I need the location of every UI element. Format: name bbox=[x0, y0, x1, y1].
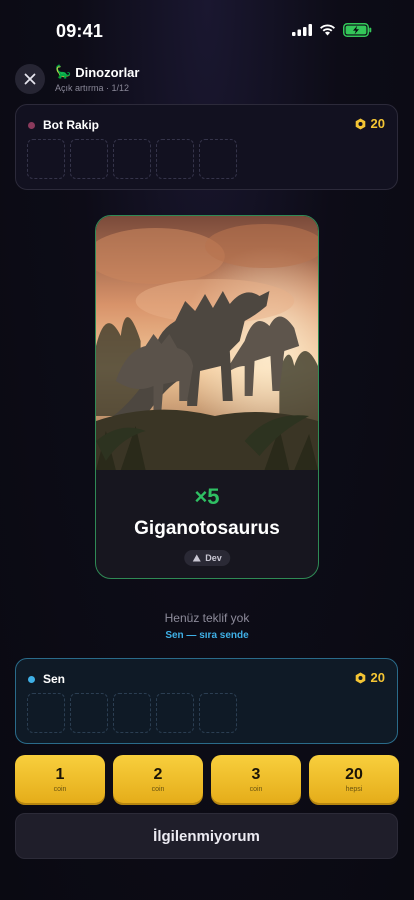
wifi-icon bbox=[320, 24, 335, 36]
bid-3-button[interactable]: 3 coin bbox=[211, 755, 301, 803]
close-button[interactable] bbox=[15, 64, 45, 94]
player-card-slots bbox=[27, 693, 237, 733]
card-multiplier: ×5 bbox=[194, 484, 220, 509]
player-dot-icon bbox=[28, 675, 35, 683]
bid-amount: 2 bbox=[153, 765, 163, 783]
card-slot bbox=[27, 139, 65, 179]
size-badge: Dev bbox=[184, 550, 230, 566]
close-icon bbox=[24, 73, 36, 85]
bid-amount: 1 bbox=[55, 765, 65, 783]
not-interested-button[interactable]: İlgilenmiyorum bbox=[15, 813, 398, 859]
coin-hexagon-icon bbox=[355, 118, 365, 129]
card-slot bbox=[70, 139, 108, 179]
bid-all-button[interactable]: 20 hepsi bbox=[309, 755, 399, 803]
size-badge-label: Dev bbox=[205, 553, 222, 563]
player-panel: Sen 20 bbox=[15, 658, 398, 744]
opponent-card-slots bbox=[27, 139, 237, 179]
status-icons bbox=[292, 23, 372, 37]
bid-buttons: 1 coin 2 coin 3 coin 20 hepsi bbox=[15, 755, 399, 803]
bid-unit: coin bbox=[151, 785, 165, 793]
status-time: 09:41 bbox=[56, 21, 104, 41]
opponent-name: Bot Rakip bbox=[43, 118, 100, 132]
title-block: 🦕 Dinozorlar Açık artırma · 1/12 bbox=[55, 64, 139, 93]
card-slot bbox=[113, 693, 151, 733]
opponent-coins: 20 bbox=[355, 116, 385, 131]
player-coin-count: 20 bbox=[370, 670, 385, 685]
round-subtitle: Açık artırma · 1/12 bbox=[55, 83, 130, 93]
coin-hexagon-icon bbox=[355, 672, 365, 683]
bid-unit: coin bbox=[249, 785, 263, 793]
opponent-dot-icon bbox=[28, 121, 35, 129]
mountain-icon bbox=[192, 554, 201, 562]
status-bar: 09:41 bbox=[0, 0, 414, 60]
bid-amount: 3 bbox=[251, 765, 261, 783]
card-slot bbox=[27, 693, 65, 733]
signal-icon bbox=[292, 24, 312, 36]
bid-unit: coin bbox=[53, 785, 67, 793]
page-title-text: Dinozorlar bbox=[75, 64, 140, 80]
card-slot bbox=[199, 139, 237, 179]
bid-amount: 20 bbox=[345, 765, 363, 783]
opponent-coin-count: 20 bbox=[370, 116, 385, 131]
dinosaur-illustration bbox=[96, 216, 318, 470]
bid-2-button[interactable]: 2 coin bbox=[113, 755, 203, 803]
player-header: Sen bbox=[28, 672, 65, 686]
bid-status-text: Henüz teklif yok bbox=[164, 611, 250, 625]
battery-charging-icon bbox=[343, 23, 372, 37]
bid-1-button[interactable]: 1 coin bbox=[15, 755, 105, 803]
bid-unit: hepsi bbox=[345, 785, 363, 793]
card-slot bbox=[113, 139, 151, 179]
opponent-panel: Bot Rakip 20 bbox=[15, 104, 398, 190]
page-title: 🦕 Dinozorlar bbox=[55, 64, 139, 80]
player-name: Sen bbox=[43, 672, 66, 686]
opponent-header: Bot Rakip bbox=[28, 118, 99, 132]
header: 🦕 Dinozorlar Açık artırma · 1/12 bbox=[0, 60, 414, 100]
card-slot bbox=[156, 693, 194, 733]
dinosaur-name: Giganotosaurus bbox=[134, 518, 280, 539]
player-coins: 20 bbox=[355, 670, 385, 685]
dinosaur-emoji-icon: 🦕 bbox=[55, 64, 72, 79]
card-slot bbox=[70, 693, 108, 733]
auction-card: ×5 Giganotosaurus Dev bbox=[95, 215, 319, 579]
turn-indicator: Sen — sıra sende bbox=[165, 630, 249, 641]
card-slot bbox=[156, 139, 194, 179]
card-slot bbox=[199, 693, 237, 733]
